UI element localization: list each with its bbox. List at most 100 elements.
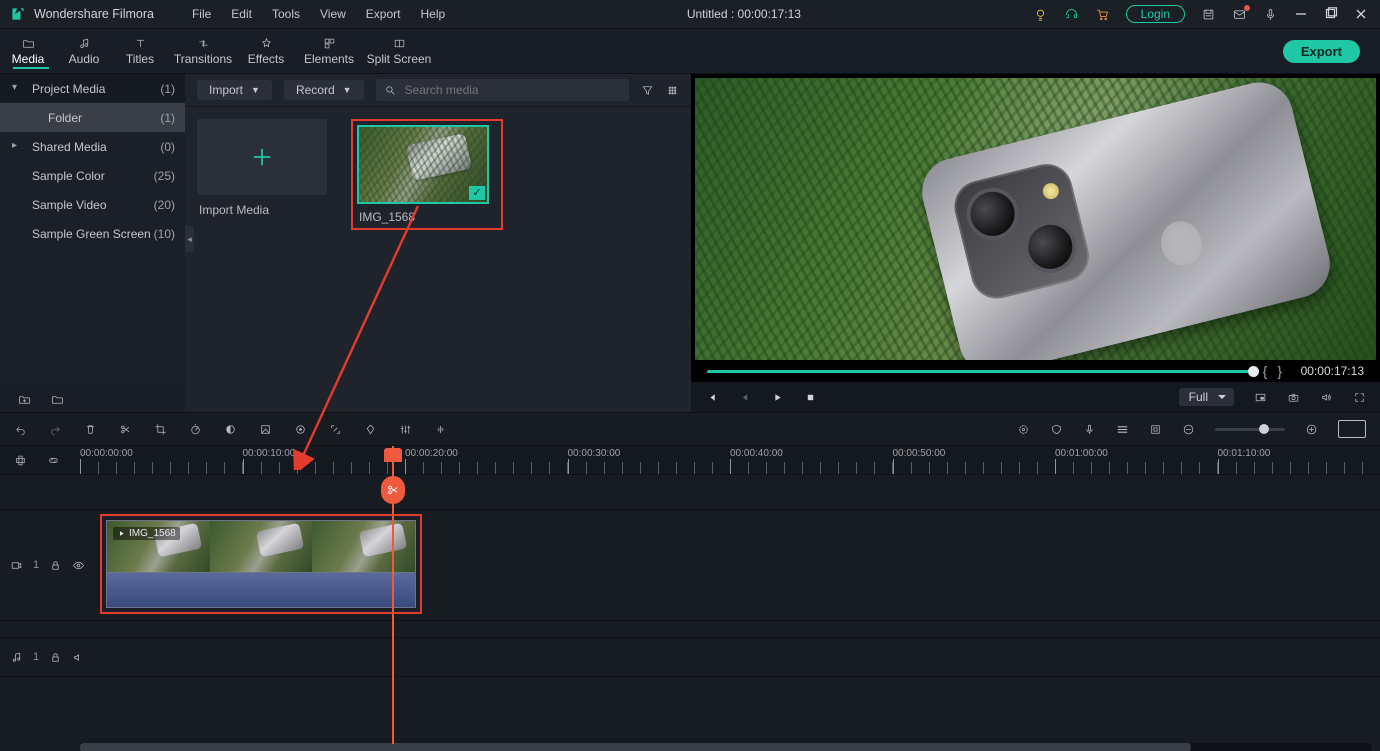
color-button[interactable] [224,423,237,436]
lock-icon[interactable] [49,559,62,572]
preview-progress-row: { } 00:00:17:13 [691,360,1380,382]
timeline-clip[interactable]: IMG_1568 [106,520,416,608]
collapse-handle[interactable]: ◂ [185,226,194,252]
clip-thumbnail: ✓ [357,125,489,204]
snapshot-icon[interactable] [1287,391,1300,404]
new-folder-icon[interactable] [18,393,31,406]
login-button[interactable]: Login [1126,5,1185,23]
split-button[interactable] [119,423,132,436]
preview-scrubber[interactable] [707,370,1253,373]
import-dropdown[interactable]: Import▼ [197,80,272,100]
chevron-down-icon: ▼ [251,85,260,95]
zoom-slider[interactable] [1215,428,1285,431]
timeline-ruler[interactable]: 00:00:00:00 00:00:10:00 00:00:20:00 00:0… [0,446,1380,475]
tab-transitions[interactable]: Transitions [168,33,238,70]
close-button[interactable] [1354,7,1368,21]
timeline-hscroll[interactable] [80,743,1372,751]
mark-out-icon[interactable]: } [1277,363,1282,379]
export-button[interactable]: Export [1283,40,1360,63]
undo-button[interactable] [14,423,27,436]
media-search[interactable] [376,79,629,101]
greenscreen-button[interactable] [259,423,272,436]
keyframe-button[interactable] [294,423,307,436]
tab-effects[interactable]: Effects [238,33,294,70]
clip-tag: IMG_1568 [113,527,180,540]
menu-help[interactable]: Help [410,7,455,21]
sidebar-item-sample-green[interactable]: Sample Green Screen (10) [0,219,185,248]
menu-file[interactable]: File [182,7,221,21]
timeline-hscroll-thumb[interactable] [80,743,1191,751]
crop-button[interactable] [154,423,167,436]
mute-icon[interactable] [72,651,85,664]
video-track[interactable]: 1 IMG_1568 [0,510,1380,621]
sidebar-item-folder[interactable]: Folder (1) [0,103,185,132]
zoom-fit-button[interactable] [1338,420,1366,438]
tab-elements[interactable]: Elements [294,33,364,70]
search-input[interactable] [403,82,621,98]
playhead-handle[interactable] [384,448,402,462]
audio-track-head: 1 [0,638,100,676]
mixer-button[interactable] [399,423,412,436]
cart-icon[interactable] [1095,7,1110,22]
step-back-button[interactable] [738,391,751,404]
annotation-highlight-timeline: IMG_1568 [100,514,422,614]
record-dropdown[interactable]: Record▼ [284,80,364,100]
timeline-toolbar [0,412,1380,446]
redo-button[interactable] [49,423,62,436]
tab-titles[interactable]: Titles [112,33,168,70]
sidebar-item-sample-color[interactable]: Sample Color (25) [0,161,185,190]
snap-button[interactable] [1149,423,1162,436]
save-icon[interactable] [1201,7,1216,22]
render-button[interactable] [1017,423,1030,436]
safe-zone-button[interactable] [1050,423,1063,436]
sidebar-label: Sample Green Screen [32,227,151,241]
grid-view-icon[interactable] [666,84,679,97]
sidebar-item-sample-video[interactable]: Sample Video (20) [0,190,185,219]
tips-icon[interactable] [1033,7,1048,22]
menu-export[interactable]: Export [356,7,411,21]
menu-edit[interactable]: Edit [221,7,262,21]
prev-frame-button[interactable] [705,391,718,404]
volume-icon[interactable] [1320,391,1333,404]
clip-label: IMG_1568 [357,210,497,224]
folder-icon[interactable] [51,393,64,406]
tab-splitscreen[interactable]: Split Screen [364,33,434,70]
filter-icon[interactable] [641,84,654,97]
messages-icon[interactable] [1232,7,1247,22]
import-media-tile[interactable]: Import Media [197,119,327,217]
track-manager-button[interactable] [1116,423,1129,436]
ripple-toggle-icon[interactable] [14,454,27,467]
visibility-icon[interactable] [72,559,85,572]
preview-quality-dropdown[interactable]: Full [1179,388,1234,406]
minimize-button[interactable] [1294,7,1308,21]
play-button[interactable] [771,391,784,404]
stop-button[interactable] [804,391,817,404]
maximize-button[interactable] [1324,7,1338,21]
fullscreen-icon[interactable] [1353,391,1366,404]
pip-icon[interactable] [1254,391,1267,404]
tab-media[interactable]: Media [0,33,56,70]
chevron-down-icon: ▼ [343,85,352,95]
zoom-out-button[interactable] [1182,423,1195,436]
preview-viewport[interactable] [695,78,1376,360]
sidebar-item-project-media[interactable]: ▾ Project Media (1) [0,74,185,103]
mark-in-icon[interactable]: { [1263,363,1268,379]
voice-icon[interactable] [1263,7,1278,22]
link-toggle-icon[interactable] [47,454,60,467]
menu-tools[interactable]: Tools [262,7,310,21]
audio-sync-button[interactable] [434,423,447,436]
lock-icon[interactable] [49,651,62,664]
voiceover-button[interactable] [1083,423,1096,436]
zoom-in-button[interactable] [1305,423,1318,436]
support-icon[interactable] [1064,7,1079,22]
tab-audio[interactable]: Audio [56,33,112,70]
detach-audio-button[interactable] [329,423,342,436]
media-clip-tile[interactable]: ✓ IMG_1568 [357,125,497,224]
delete-button[interactable] [84,423,97,436]
playhead-scissors[interactable] [381,476,405,504]
menu-view[interactable]: View [310,7,356,21]
audio-track[interactable]: 1 [0,638,1380,677]
marker-button[interactable] [364,423,377,436]
speed-button[interactable] [189,423,202,436]
sidebar-item-shared-media[interactable]: ▸ Shared Media (0) [0,132,185,161]
